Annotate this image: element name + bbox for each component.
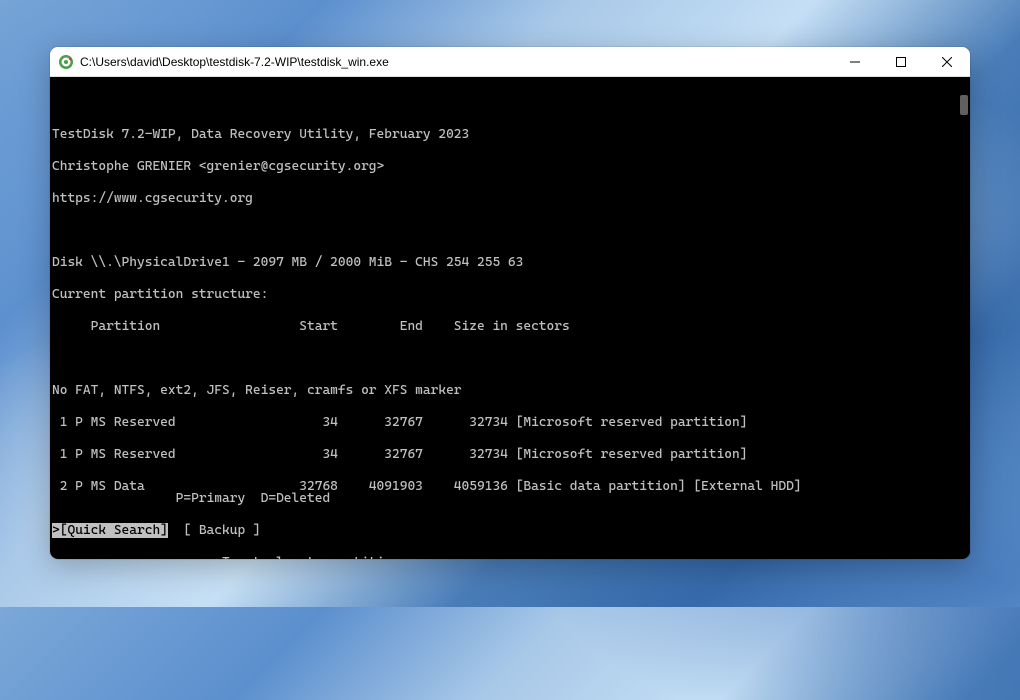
titlebar[interactable]: C:\Users\david\Desktop\testdisk-7.2-WIP\…: [50, 47, 970, 77]
close-button[interactable]: [924, 47, 970, 76]
terminal-line: [52, 351, 954, 367]
menu-marker: >: [52, 523, 60, 538]
partition-row: 1 P MS Reserved 34 32767 32734 [Microsof…: [52, 415, 954, 431]
terminal-bottom: P=Primary D=Deleted >[Quick Search] [ Ba…: [52, 475, 408, 559]
terminal-area[interactable]: TestDisk 7.2-WIP, Data Recovery Utility,…: [50, 77, 970, 559]
terminal-line: https://www.cgsecurity.org: [52, 191, 954, 207]
terminal-line: No FAT, NTFS, ext2, JFS, Reiser, cramfs …: [52, 383, 954, 399]
scrollbar-track[interactable]: [954, 77, 970, 559]
partition-row: 1 P MS Reserved 34 32767 32734 [Microsof…: [52, 447, 954, 463]
menu-backup[interactable]: [ Backup ]: [168, 523, 261, 538]
application-window: C:\Users\david\Desktop\testdisk-7.2-WIP\…: [50, 47, 970, 559]
terminal-line: Disk \\.\PhysicalDrive1 - 2097 MB / 2000…: [52, 255, 954, 271]
terminal-line: Partition Start End Size in sectors: [52, 319, 954, 335]
app-icon: [58, 54, 74, 70]
menu-line[interactable]: >[Quick Search] [ Backup ]: [52, 523, 408, 539]
window-title: C:\Users\david\Desktop\testdisk-7.2-WIP\…: [80, 55, 832, 69]
window-controls: [832, 47, 970, 76]
minimize-button[interactable]: [832, 47, 878, 76]
hint-text: Try to locate partition: [52, 555, 400, 559]
terminal-line: TestDisk 7.2-WIP, Data Recovery Utility,…: [52, 127, 954, 143]
legend-line: P=Primary D=Deleted: [52, 491, 408, 507]
terminal-content: TestDisk 7.2-WIP, Data Recovery Utility,…: [52, 111, 954, 559]
terminal-line: [52, 223, 954, 239]
hint-line: Try to locate partition: [52, 555, 408, 559]
scrollbar-thumb[interactable]: [960, 95, 968, 115]
maximize-button[interactable]: [878, 47, 924, 76]
menu-quick-search[interactable]: [Quick Search]: [60, 523, 168, 538]
terminal-line: Christophe GRENIER <grenier@cgsecurity.o…: [52, 159, 954, 175]
terminal-line: Current partition structure:: [52, 287, 954, 303]
